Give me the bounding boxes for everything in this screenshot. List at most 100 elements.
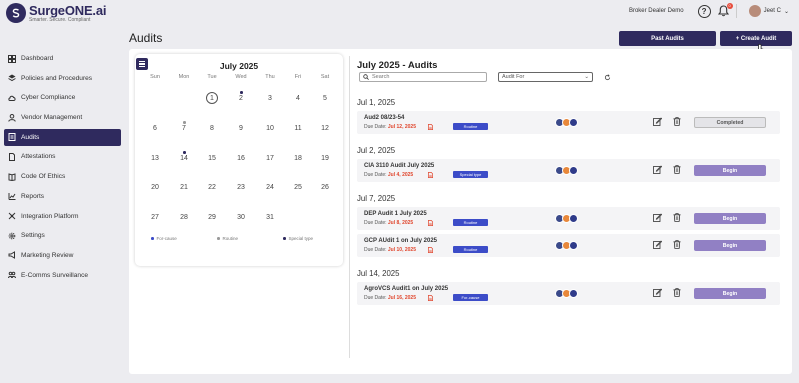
calendar-day[interactable]: 11	[288, 125, 308, 132]
audit-row[interactable]: AgroVCS Audit1 on July 2025 Due Date: Jul…	[357, 282, 780, 305]
search-icon	[363, 74, 369, 80]
calendar-day[interactable]: 19	[315, 155, 335, 162]
calendar-day[interactable]: 2	[231, 95, 251, 102]
calendar-day[interactable]: 22	[202, 184, 222, 191]
assignee-avatars[interactable]	[555, 118, 578, 127]
sidebar-item-policies-and-procedures[interactable]: Policies and Procedures	[4, 70, 121, 87]
calendar-day[interactable]: 28	[174, 214, 194, 221]
pdf-document-icon[interactable]	[428, 172, 433, 178]
assignee-avatars[interactable]	[555, 214, 578, 223]
sidebar-item-vendor-management[interactable]: Vendor Management	[4, 109, 121, 126]
calendar-day[interactable]: 15	[202, 155, 222, 162]
trash-icon[interactable]	[673, 288, 681, 297]
legend-special-type: Special type	[283, 236, 313, 241]
sidebar-item-audits[interactable]: Audits	[4, 128, 121, 146]
due-date: Due Date: Jul 4, 2025	[364, 172, 413, 178]
due-date-value: Jul 16, 2025	[387, 295, 416, 301]
sidebar-item-code-of-ethics[interactable]: Code Of Ethics	[4, 168, 121, 185]
audit-type-badge: For-cause	[453, 294, 488, 301]
sidebar-item-dashboard[interactable]: Dashboard	[4, 50, 121, 67]
calendar-day[interactable]: 27	[145, 214, 165, 221]
sidebar-item-integration-platform[interactable]: Integration Platform	[4, 208, 121, 225]
sidebar-item-reports[interactable]: Reports	[4, 188, 121, 205]
pdf-document-icon[interactable]	[428, 247, 433, 253]
calendar-day[interactable]: 16	[231, 155, 251, 162]
calendar-day[interactable]: 9	[231, 125, 251, 132]
sidebar-item-label: Audits	[21, 133, 40, 141]
date-group-heading: Jul 1, 2025	[357, 98, 396, 107]
pdf-document-icon[interactable]	[428, 295, 433, 301]
calendar-day[interactable]: 14	[174, 155, 194, 162]
calendar-day[interactable]: 25	[288, 184, 308, 191]
user-menu[interactable]: Jeet C ⌄	[748, 5, 789, 17]
help-icon[interactable]: ?	[697, 4, 711, 18]
edit-icon[interactable]	[653, 213, 662, 222]
calendar-day[interactable]: 23	[231, 184, 251, 191]
calendar-day[interactable]: 17	[260, 155, 280, 162]
calendar-day[interactable]: 20	[145, 184, 165, 191]
audit-row[interactable]: DEP Audit 1 July 2025 Due Date: Jul 8, 20…	[357, 207, 780, 230]
calendar-day[interactable]: 6	[145, 125, 165, 132]
begin-audit-button[interactable]: Begin	[694, 213, 766, 224]
calendar-day[interactable]: 30	[231, 214, 251, 221]
legend-label: Special type	[288, 236, 314, 241]
assignee-avatars[interactable]	[555, 241, 578, 250]
edit-icon[interactable]	[653, 288, 662, 297]
sidebar-item-cyber-compliance[interactable]: Cyber Compliance	[4, 89, 121, 106]
edit-icon[interactable]	[653, 165, 662, 174]
trash-icon[interactable]	[673, 117, 681, 126]
past-audits-button[interactable]: Past Audits	[619, 31, 716, 46]
user-name: Jeet C	[763, 8, 781, 14]
sidebar-item-settings[interactable]: Settings	[4, 227, 121, 244]
trash-icon[interactable]	[673, 165, 681, 174]
calendar-day[interactable]: 18	[288, 155, 308, 162]
begin-audit-button[interactable]: Begin	[694, 165, 766, 176]
completed-status-button[interactable]: Completed	[694, 117, 766, 128]
begin-audit-button[interactable]: Begin	[694, 288, 766, 299]
calendar-day[interactable]: 21	[174, 184, 194, 191]
calendar-day[interactable]: 3	[260, 95, 280, 102]
audit-name[interactable]: Aud2 08/23-54	[364, 115, 404, 121]
assignee-avatars[interactable]	[555, 289, 578, 298]
audit-name[interactable]: CIA 3110 Audit July 2025	[364, 163, 434, 169]
audit-row[interactable]: GCP AUdit 1 on July 2025 Due Date: Jul 10…	[357, 234, 780, 257]
pdf-document-icon[interactable]	[428, 124, 433, 130]
tenant-name[interactable]: Broker Dealer Demo	[629, 8, 684, 14]
search-input[interactable]	[372, 74, 472, 80]
sidebar-item-marketing-review[interactable]: Marketing Review	[4, 247, 121, 264]
logo-mark-icon	[6, 3, 26, 23]
audit-row[interactable]: Aud2 08/23-54 Due Date: Jul 12, 2025 Routi…	[357, 111, 780, 134]
refresh-icon[interactable]	[604, 74, 611, 81]
search-box[interactable]	[359, 72, 487, 82]
edit-icon[interactable]	[653, 240, 662, 249]
trash-icon[interactable]	[673, 240, 681, 249]
sidebar-item-attestations[interactable]: Attestations	[4, 148, 121, 165]
pdf-document-icon[interactable]	[428, 220, 433, 226]
calendar-day[interactable]: 4	[288, 95, 308, 102]
calendar-day[interactable]: 26	[315, 184, 335, 191]
begin-audit-button[interactable]: Begin	[694, 240, 766, 251]
audit-for-label: Audit For	[502, 74, 525, 80]
calendar-day[interactable]: 29	[202, 214, 222, 221]
calendar-day[interactable]: 31	[260, 214, 280, 221]
calendar-day[interactable]: 12	[315, 125, 335, 132]
sidebar-item-e-comms-surveillance[interactable]: E-Comms Surveillance	[4, 267, 121, 284]
audit-name[interactable]: GCP AUdit 1 on July 2025	[364, 238, 437, 244]
calendar-day[interactable]: 10	[260, 125, 280, 132]
dashboard-icon	[7, 54, 16, 63]
calendar-day[interactable]: 8	[202, 125, 222, 132]
calendar-day[interactable]: 24	[260, 184, 280, 191]
assignee-avatars[interactable]	[555, 166, 578, 175]
audit-name[interactable]: AgroVCS Audit1 on July 2025	[364, 286, 448, 292]
person-icon	[7, 113, 16, 122]
calendar-day[interactable]: 5	[315, 95, 335, 102]
audit-row[interactable]: CIA 3110 Audit July 2025 Due Date: Jul 4,…	[357, 159, 780, 182]
logo[interactable]: SurgeONE.ai Smarter. Secure. Compliant	[6, 3, 106, 23]
edit-icon[interactable]	[653, 117, 662, 126]
notification-bell-icon[interactable]: 0	[717, 2, 733, 18]
audit-name[interactable]: DEP Audit 1 July 2025	[364, 211, 427, 217]
trash-icon[interactable]	[673, 213, 681, 222]
calendar-day[interactable]: 7	[174, 125, 194, 132]
calendar-day[interactable]: 13	[145, 155, 165, 162]
audit-for-select[interactable]: Audit For ⌄	[498, 72, 593, 82]
